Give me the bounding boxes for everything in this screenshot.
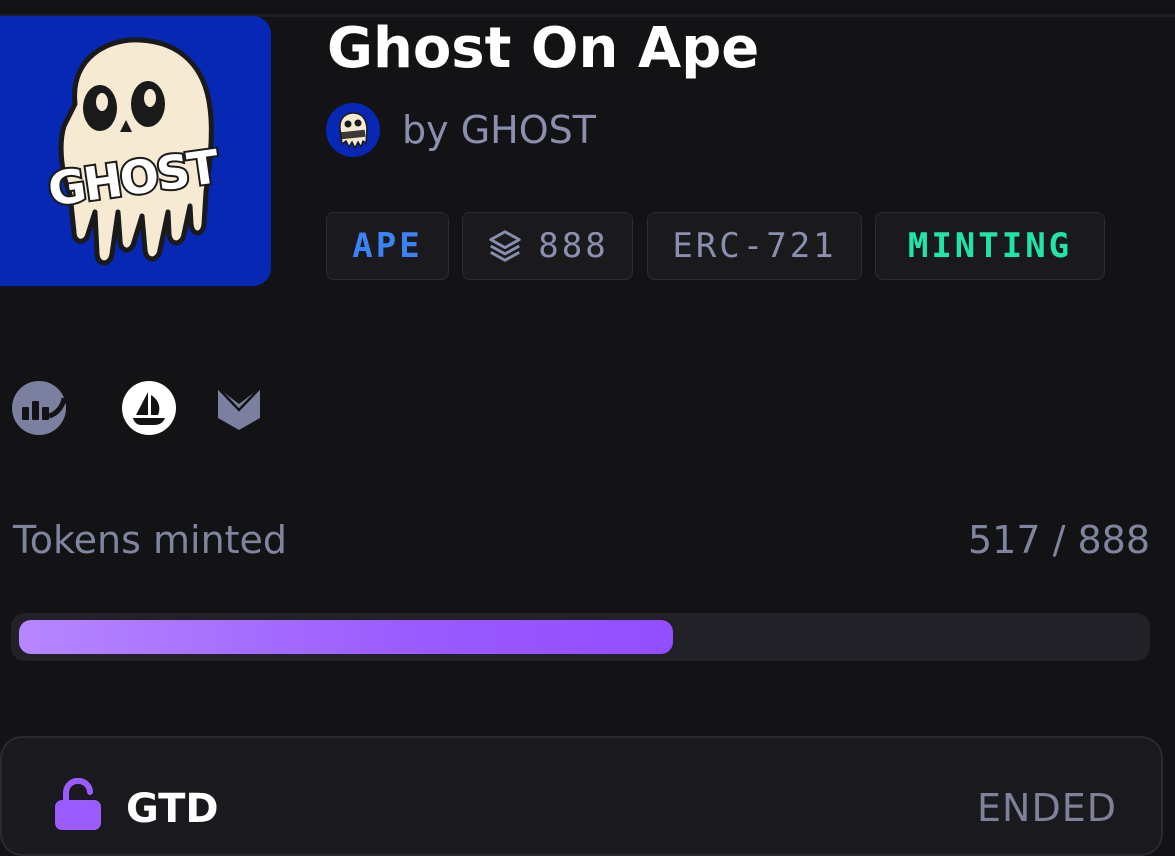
opensea-boat-icon — [122, 381, 176, 435]
analytics-link[interactable] — [11, 380, 67, 436]
mint-phase-card[interactable]: GTD ENDED — [0, 736, 1163, 856]
mint-status-badge: MINTING — [875, 212, 1105, 280]
phase-name: GTD — [126, 786, 219, 832]
collection-cover-image: GHOST — [0, 16, 271, 286]
mint-progress-bar — [11, 613, 1150, 661]
layers-icon — [489, 230, 521, 262]
chain-badge: APE — [326, 212, 449, 280]
token-standard-badge: ERC-721 — [647, 212, 862, 280]
magic-eden-icon — [217, 387, 261, 430]
collection-title: Ghost On Ape — [327, 16, 760, 81]
ghost-logo-icon: GHOST — [43, 37, 225, 266]
creator-row[interactable]: by GHOST — [326, 102, 596, 158]
mint-status-label: MINTING — [907, 226, 1073, 266]
opensea-link[interactable] — [121, 380, 177, 436]
supply-badge-label: 888 — [538, 226, 609, 266]
tokens-minted-label: Tokens minted — [13, 518, 288, 562]
chain-badge-label: APE — [352, 226, 423, 266]
mint-progress-fill — [19, 620, 673, 654]
phase-status: ENDED — [977, 786, 1117, 830]
tokens-minted-count: 517 / 888 — [967, 518, 1150, 562]
token-standard-label: ERC-721 — [672, 226, 837, 266]
supply-badge: 888 — [462, 212, 633, 280]
magic-eden-link[interactable] — [215, 380, 271, 436]
creator-name[interactable]: by GHOST — [402, 108, 596, 152]
unlock-icon — [55, 778, 101, 830]
creator-avatar[interactable] — [326, 103, 380, 157]
ghost-avatar-icon — [326, 103, 380, 157]
chart-analytics-icon — [12, 381, 67, 435]
